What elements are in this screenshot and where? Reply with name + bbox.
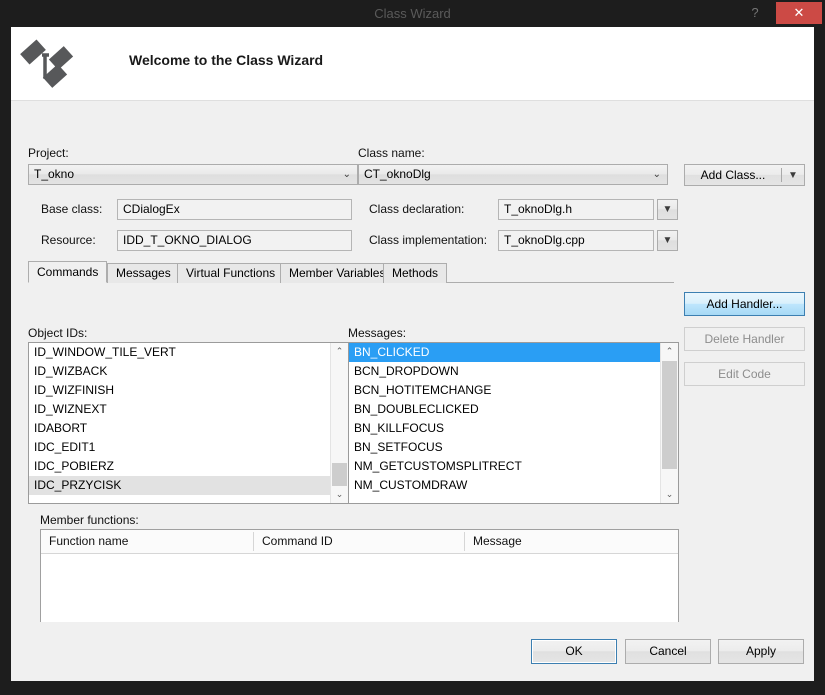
project-combo-value: T_okno <box>34 167 75 181</box>
list-item[interactable]: IDC_PRZYCISK <box>29 476 331 495</box>
list-item[interactable]: IDC_POBIERZ <box>29 457 331 476</box>
class-wizard-window: Class Wizard ? ✕ Welcome to the Class Wi… <box>0 0 825 695</box>
list-item[interactable]: ID_WIZNEXT <box>29 400 331 419</box>
object-ids-label: Object IDs: <box>28 326 88 340</box>
class-implementation-dropdown-button[interactable]: ▼ <box>657 230 678 251</box>
chevron-down-icon: ⌄ <box>652 169 661 180</box>
messages-label: Messages: <box>348 326 407 340</box>
object-ids-items: ID_WINDOW_TILE_VERT ID_WIZBACK ID_WIZFINIS… <box>29 343 331 495</box>
tab-messages[interactable]: Messages <box>107 263 180 283</box>
scrollbar-thumb[interactable] <box>662 361 677 469</box>
object-ids-scrollbar[interactable]: ⌃ ⌄ <box>330 343 348 503</box>
list-item[interactable]: BN_CLICKED <box>349 343 661 362</box>
chevron-down-icon: ▼ <box>788 169 798 181</box>
tab-commands[interactable]: Commands <box>28 261 108 283</box>
messages-scrollbar[interactable]: ⌃ ⌄ <box>660 343 678 503</box>
list-item[interactable]: IDC_EDIT1 <box>29 438 331 457</box>
add-class-split-button[interactable]: Add Class... ▼ <box>684 164 805 186</box>
cancel-button[interactable]: Cancel <box>625 639 711 664</box>
list-item[interactable]: IDABORT <box>29 419 331 438</box>
scroll-up-icon[interactable]: ⌃ <box>331 343 348 360</box>
wizard-header: Welcome to the Class Wizard <box>11 27 814 101</box>
class-name-label: Class name: <box>358 146 425 160</box>
ok-button[interactable]: OK <box>531 639 617 664</box>
dialog-surface: Welcome to the Class Wizard Project: T_o… <box>11 27 814 681</box>
object-ids-listbox[interactable]: ID_WINDOW_TILE_VERT ID_WIZBACK ID_WIZFINIS… <box>28 342 349 504</box>
chevron-down-icon: ⌄ <box>342 169 351 180</box>
member-functions-grid[interactable]: Function name Command ID Message <box>40 529 679 632</box>
class-diagram-icon <box>18 33 78 93</box>
project-combo[interactable]: T_okno ⌄ <box>28 164 358 185</box>
member-functions-header: Function name Command ID Message <box>41 530 678 554</box>
class-implementation-label: Class implementation: <box>369 233 488 247</box>
add-class-button-label: Add Class... <box>700 168 766 182</box>
class-name-combo-value: CT_oknoDlg <box>364 167 431 181</box>
list-item[interactable]: BCN_HOTITEMCHANGE <box>349 381 661 400</box>
messages-items: BN_CLICKED BCN_DROPDOWN BCN_HOTITEMCHANGE B… <box>349 343 661 495</box>
column-command-id[interactable]: Command ID <box>254 530 464 553</box>
delete-handler-button: Delete Handler <box>684 327 805 351</box>
class-declaration-label: Class declaration: <box>369 202 465 216</box>
list-item[interactable]: ID_WIZBACK <box>29 362 331 381</box>
list-item[interactable]: ID_WIZFINISH <box>29 381 331 400</box>
class-declaration-field[interactable]: T_oknoDlg.h <box>498 199 654 220</box>
tab-member-variables[interactable]: Member Variables <box>280 263 395 283</box>
class-name-combo[interactable]: CT_oknoDlg ⌄ <box>358 164 668 185</box>
edit-code-button: Edit Code <box>684 362 805 386</box>
tab-virtual-functions[interactable]: Virtual Functions <box>177 263 285 283</box>
title-bar: Class Wizard ? ✕ <box>0 0 825 27</box>
base-class-label: Base class: <box>41 202 103 216</box>
page-title: Welcome to the Class Wizard <box>129 52 324 68</box>
scroll-down-icon[interactable]: ⌄ <box>661 486 678 503</box>
tabstrip: Commands Messages Virtual Functions Memb… <box>28 261 674 283</box>
messages-listbox[interactable]: BN_CLICKED BCN_DROPDOWN BCN_HOTITEMCHANGE B… <box>348 342 679 504</box>
window-title: Class Wizard <box>374 6 451 21</box>
class-declaration-dropdown-button[interactable]: ▼ <box>657 199 678 220</box>
base-class-field[interactable]: CDialogEx <box>117 199 352 220</box>
dialog-body: Project: T_okno ⌄ Class name: CT_oknoDlg… <box>11 101 814 657</box>
column-message[interactable]: Message <box>465 530 678 553</box>
list-item[interactable]: ID_WINDOW_TILE_VERT <box>29 343 331 362</box>
dialog-footer: OK Cancel Apply <box>11 622 814 681</box>
close-button[interactable]: ✕ <box>776 2 822 24</box>
list-item[interactable]: BCN_DROPDOWN <box>349 362 661 381</box>
scroll-up-icon[interactable]: ⌃ <box>661 343 678 360</box>
apply-button[interactable]: Apply <box>718 639 804 664</box>
list-item[interactable]: BN_SETFOCUS <box>349 438 661 457</box>
help-button[interactable]: ? <box>741 0 769 26</box>
column-function-name[interactable]: Function name <box>41 530 253 553</box>
scrollbar-thumb[interactable] <box>332 463 347 487</box>
resource-label: Resource: <box>41 233 96 247</box>
list-item[interactable]: BN_KILLFOCUS <box>349 419 661 438</box>
project-label: Project: <box>28 146 69 160</box>
list-item[interactable]: NM_CUSTOMDRAW <box>349 476 661 495</box>
add-handler-button[interactable]: Add Handler... <box>684 292 805 316</box>
class-implementation-field[interactable]: T_oknoDlg.cpp <box>498 230 654 251</box>
member-functions-label: Member functions: <box>40 513 139 527</box>
tab-methods[interactable]: Methods <box>383 263 448 283</box>
scroll-down-icon[interactable]: ⌄ <box>331 486 348 503</box>
list-item[interactable]: BN_DOUBLECLICKED <box>349 400 661 419</box>
resource-field[interactable]: IDD_T_OKNO_DIALOG <box>117 230 352 251</box>
list-item[interactable]: NM_GETCUSTOMSPLITRECT <box>349 457 661 476</box>
